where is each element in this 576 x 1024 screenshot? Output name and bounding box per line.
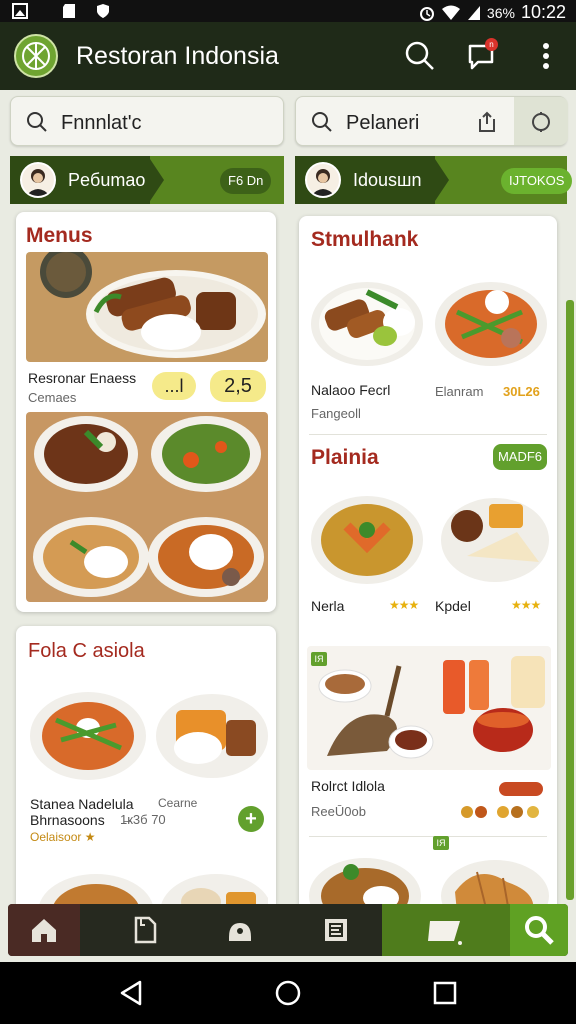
card-title: Fola C asiola (28, 640, 145, 662)
app-title: Restoran Indonsia (76, 42, 279, 70)
food-image (26, 412, 268, 602)
dish-name: Nalaoo Fecrl (311, 382, 391, 398)
add-button[interactable]: + (238, 806, 264, 832)
search-value: Pelaneri (346, 112, 420, 134)
section-title: Plainia (311, 446, 379, 469)
item-meta: 1̶к3б 70 (120, 812, 166, 827)
column-badge: IJTOKOS (501, 168, 573, 194)
item-subtitle: Cemaes (28, 390, 77, 405)
dish-name: Kpdel (435, 598, 471, 614)
nav-cart[interactable] (382, 904, 510, 956)
item-name-2: Bhrnasoons (30, 812, 105, 828)
featured-card[interactable]: Stmulhank Nalaoo Fecrl Fangeoll Elanram … (299, 216, 557, 916)
price-badge: 2,5 (210, 370, 266, 402)
dish-price: 30L26 (503, 384, 540, 399)
status-bar: 36% 10:22 (0, 0, 576, 22)
column-title: Peбumao (68, 170, 146, 190)
nav-shop[interactable] (204, 904, 276, 956)
back-button[interactable] (116, 978, 146, 1008)
nav-home[interactable] (8, 904, 80, 956)
share-icon[interactable] (476, 111, 498, 133)
gallery-icon (12, 3, 28, 22)
dish-subtitle: ReeŪ0ob (311, 804, 366, 819)
quantity-stepper[interactable]: ...l (152, 372, 196, 400)
avatar (20, 162, 56, 198)
nav-search[interactable] (510, 904, 568, 956)
dish-name: Rolrct Idlola (311, 778, 385, 794)
document-icon (134, 916, 157, 944)
battery-text: 36% (486, 4, 515, 21)
more-vertical-icon (543, 43, 549, 69)
dish-subtitle: Fangeoll (311, 406, 361, 421)
cart-icon (428, 921, 462, 945)
home-icon (32, 919, 56, 942)
divider (309, 836, 547, 837)
search-input-left[interactable]: Fnnnlat'c (10, 96, 284, 146)
recents-button[interactable] (430, 978, 460, 1008)
avatar (305, 162, 341, 198)
item-rating: Oelaisoor ★ (30, 830, 96, 844)
back-icon (120, 980, 142, 1006)
search-icon (312, 112, 332, 132)
food-image (26, 252, 268, 362)
signal-icon (467, 5, 480, 20)
food-image (26, 680, 268, 790)
menu-card[interactable]: Menus Resronar Enaess Cemaes ...l 2,5 (16, 212, 276, 612)
column-badge: F6 Dn (220, 168, 272, 194)
notification-badge: n (485, 38, 498, 51)
column-title: Idousшn (353, 170, 422, 190)
dish-name: Elanram (435, 384, 484, 399)
price-tag (499, 782, 543, 796)
bottom-navigation (8, 904, 568, 956)
location-icon (532, 112, 550, 132)
divider (309, 434, 547, 435)
clock: 10:22 (520, 2, 566, 22)
list-icon (325, 919, 347, 941)
section-badge[interactable]: MADF6 (493, 444, 547, 470)
item-name: Resronar Enaess (28, 370, 137, 386)
alarm-icon (419, 6, 434, 21)
search-icon (27, 112, 47, 132)
column-header-left[interactable]: Peбumao F6 Dn (10, 156, 284, 204)
food-image (307, 272, 551, 372)
dish-name: Nerla (311, 598, 345, 614)
nav-documents[interactable] (108, 904, 182, 956)
section-tag: IЯ (314, 654, 324, 664)
ingredient-icons (461, 806, 539, 818)
sd-card-icon (62, 3, 76, 22)
location-button[interactable] (514, 97, 568, 145)
search-button[interactable] (402, 38, 438, 74)
section-tag: IЯ (433, 836, 449, 850)
system-navigation (0, 962, 576, 1024)
scrollbar[interactable] (566, 300, 574, 900)
app-logo-icon (14, 34, 58, 78)
status-right: 36% 10:22 (419, 2, 566, 23)
item-name: Stanea Nadelula (30, 796, 134, 812)
column-header-right[interactable]: Idousшn IJTOKOS (295, 156, 573, 204)
circle-home-icon (275, 980, 301, 1006)
item-side-label: Cearne (158, 796, 198, 810)
search-input-right[interactable]: Pelaneri (295, 96, 568, 146)
rating-stars: ★★★ (511, 598, 541, 612)
search-icon (525, 916, 554, 945)
search-value: Fnnnlat'c (61, 112, 142, 134)
shield-icon (96, 3, 110, 22)
food-image (307, 646, 551, 770)
rating-stars: ★★★ (389, 598, 419, 612)
home-button[interactable] (273, 978, 303, 1008)
overflow-menu-button[interactable] (532, 38, 568, 74)
card-title: Stmulhank (311, 228, 419, 251)
recents-icon (433, 981, 457, 1005)
card-title: Menus (26, 224, 93, 247)
search-icon (405, 41, 434, 70)
nav-list[interactable] (300, 904, 372, 956)
chat-button[interactable]: n (464, 38, 500, 74)
recipe-card[interactable]: Fola C asiola Stanea Nadelula Cearne Bhr… (16, 626, 276, 916)
food-image (307, 486, 551, 590)
wifi-icon (441, 5, 460, 20)
app-bar: Restoran Indonsia n (0, 22, 576, 90)
shop-icon (229, 923, 251, 941)
